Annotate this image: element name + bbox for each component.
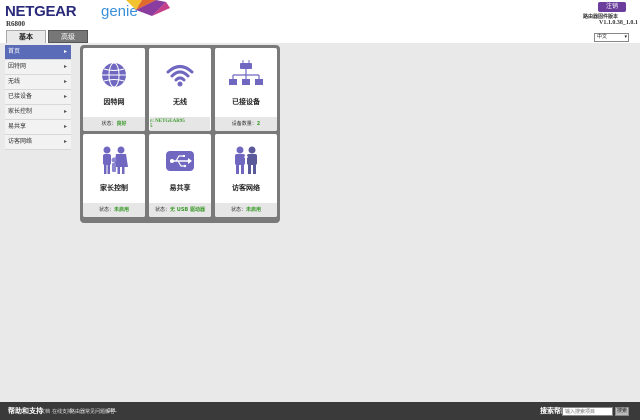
sidebar-item-guest-network[interactable]: 访客网络 ▸: [5, 135, 71, 150]
sidebar-item-parental-controls[interactable]: 家长控制 ▸: [5, 105, 71, 120]
sidebar-item-label: 易共享: [8, 123, 27, 130]
sidebar-item-internet[interactable]: 因特网 ▸: [5, 60, 71, 75]
status-label: 状态：: [155, 207, 171, 213]
status-value: 未启用: [246, 207, 262, 213]
sidebar-item-home[interactable]: 首页 ▸: [5, 45, 71, 60]
status-label: 状态：: [98, 207, 114, 213]
status-label: 状态：: [230, 207, 246, 213]
chevron-right-icon: ▸: [63, 48, 67, 55]
tile-title: 因特网: [103, 98, 125, 106]
router-model: R6800: [6, 20, 26, 28]
tile-status: 状态：未启用: [215, 203, 277, 217]
ssid-line-2: 5: [150, 124, 153, 129]
language-select[interactable]: 中文 ▾: [594, 33, 629, 42]
sidebar-item-label: 已接设备: [8, 93, 33, 100]
footer-link-docs[interactable]: 文档: [40, 408, 50, 415]
tab-advanced[interactable]: 高级: [48, 30, 88, 43]
status-label: 状态：: [101, 121, 117, 127]
firmware-label: 路由器固件版本: [583, 14, 619, 20]
tile-title: 无线: [173, 98, 187, 106]
firmware-version: V1.1.0.38_1.0.1: [599, 20, 638, 26]
status-value: 良好: [116, 121, 127, 127]
chevron-right-icon: ▸: [63, 108, 67, 115]
network-devices-icon: [215, 58, 277, 92]
tile-title: 已接设备: [232, 98, 260, 106]
chevron-down-icon: ▾: [624, 34, 627, 40]
chevron-right-icon: ▸: [63, 78, 67, 85]
tile-title: 访客网络: [232, 184, 260, 192]
tile-status: 状态：良好: [83, 117, 145, 131]
chevron-right-icon: ▸: [63, 138, 67, 145]
language-value: 中文: [597, 34, 608, 40]
sidebar-item-readyshare[interactable]: 易共享 ▸: [5, 120, 71, 135]
chevron-right-icon: ▸: [63, 63, 67, 70]
tile-guest-network[interactable]: 访客网络 状态：未启用: [215, 134, 277, 217]
tile-status: 状态：无 USB 驱动器: [149, 203, 211, 217]
sidebar-item-label: 首页: [8, 48, 21, 55]
footer-link-gpl[interactable]: GPL: [107, 408, 117, 414]
wifi-icon: [149, 58, 211, 92]
tile-wireless[interactable]: 无线 r: NETGEAR95 5: [149, 48, 211, 131]
sidebar-item-label: 访客网络: [8, 138, 33, 145]
footer-title: 帮助和支持: [8, 407, 43, 415]
globe-icon: [83, 58, 145, 92]
family-icon: [83, 144, 145, 178]
guest-people-icon: [215, 144, 277, 178]
sidebar-item-attached-devices[interactable]: 已接设备 ▸: [5, 90, 71, 105]
sidebar-item-label: 无线: [8, 78, 21, 85]
status-label: 设备数量：: [231, 121, 257, 127]
status-value: 2: [256, 121, 261, 127]
netgear-logo: NETGEAR: [5, 3, 77, 20]
dashboard-panel: 因特网 状态：良好 无线 r: NETGEAR95 5 已接设备 设备数量：2 …: [80, 45, 280, 223]
footer-link-online-support[interactable]: 在线支持: [52, 408, 72, 415]
tile-ssid: r: NETGEAR95 5: [150, 117, 210, 131]
footer-bar: 帮助和支持 文档 在线支持 路由器常见问题解答 GPL 搜索帮助 搜索: [0, 402, 640, 420]
tile-internet[interactable]: 因特网 状态：良好: [83, 48, 145, 131]
tile-status: 状态：未启用: [83, 203, 145, 217]
tile-parental-controls[interactable]: 家长控制 状态：未启用: [83, 134, 145, 217]
search-input[interactable]: [562, 407, 613, 416]
status-value: 未启用: [114, 207, 130, 213]
tile-attached-devices[interactable]: 已接设备 设备数量：2: [215, 48, 277, 131]
status-value: 无 USB 驱动器: [170, 207, 205, 213]
tab-basic[interactable]: 基本: [6, 30, 46, 43]
chevron-right-icon: ▸: [63, 93, 67, 100]
sidebar-item-label: 因特网: [8, 63, 27, 70]
tile-title: 易共享: [169, 184, 191, 192]
sidebar-item-label: 家长控制: [8, 108, 33, 115]
netgear-swoosh-icon: [126, 0, 170, 16]
top-header: NETGEAR genie R6800 基本 高级 注销 路由器固件版本 V1.…: [0, 0, 640, 43]
search-button[interactable]: 搜索: [615, 407, 629, 416]
logout-button[interactable]: 注销: [598, 2, 626, 12]
usb-icon: [149, 144, 211, 178]
tile-status: 设备数量：2: [215, 117, 277, 131]
sidebar-item-wireless[interactable]: 无线 ▸: [5, 75, 71, 90]
tile-readyshare[interactable]: 易共享 状态：无 USB 驱动器: [149, 134, 211, 217]
chevron-right-icon: ▸: [63, 123, 67, 130]
sidebar-nav: 首页 ▸ 因特网 ▸ 无线 ▸ 已接设备 ▸ 家长控制 ▸ 易共享 ▸ 访客网络…: [5, 45, 71, 150]
tile-title: 家长控制: [100, 184, 128, 192]
